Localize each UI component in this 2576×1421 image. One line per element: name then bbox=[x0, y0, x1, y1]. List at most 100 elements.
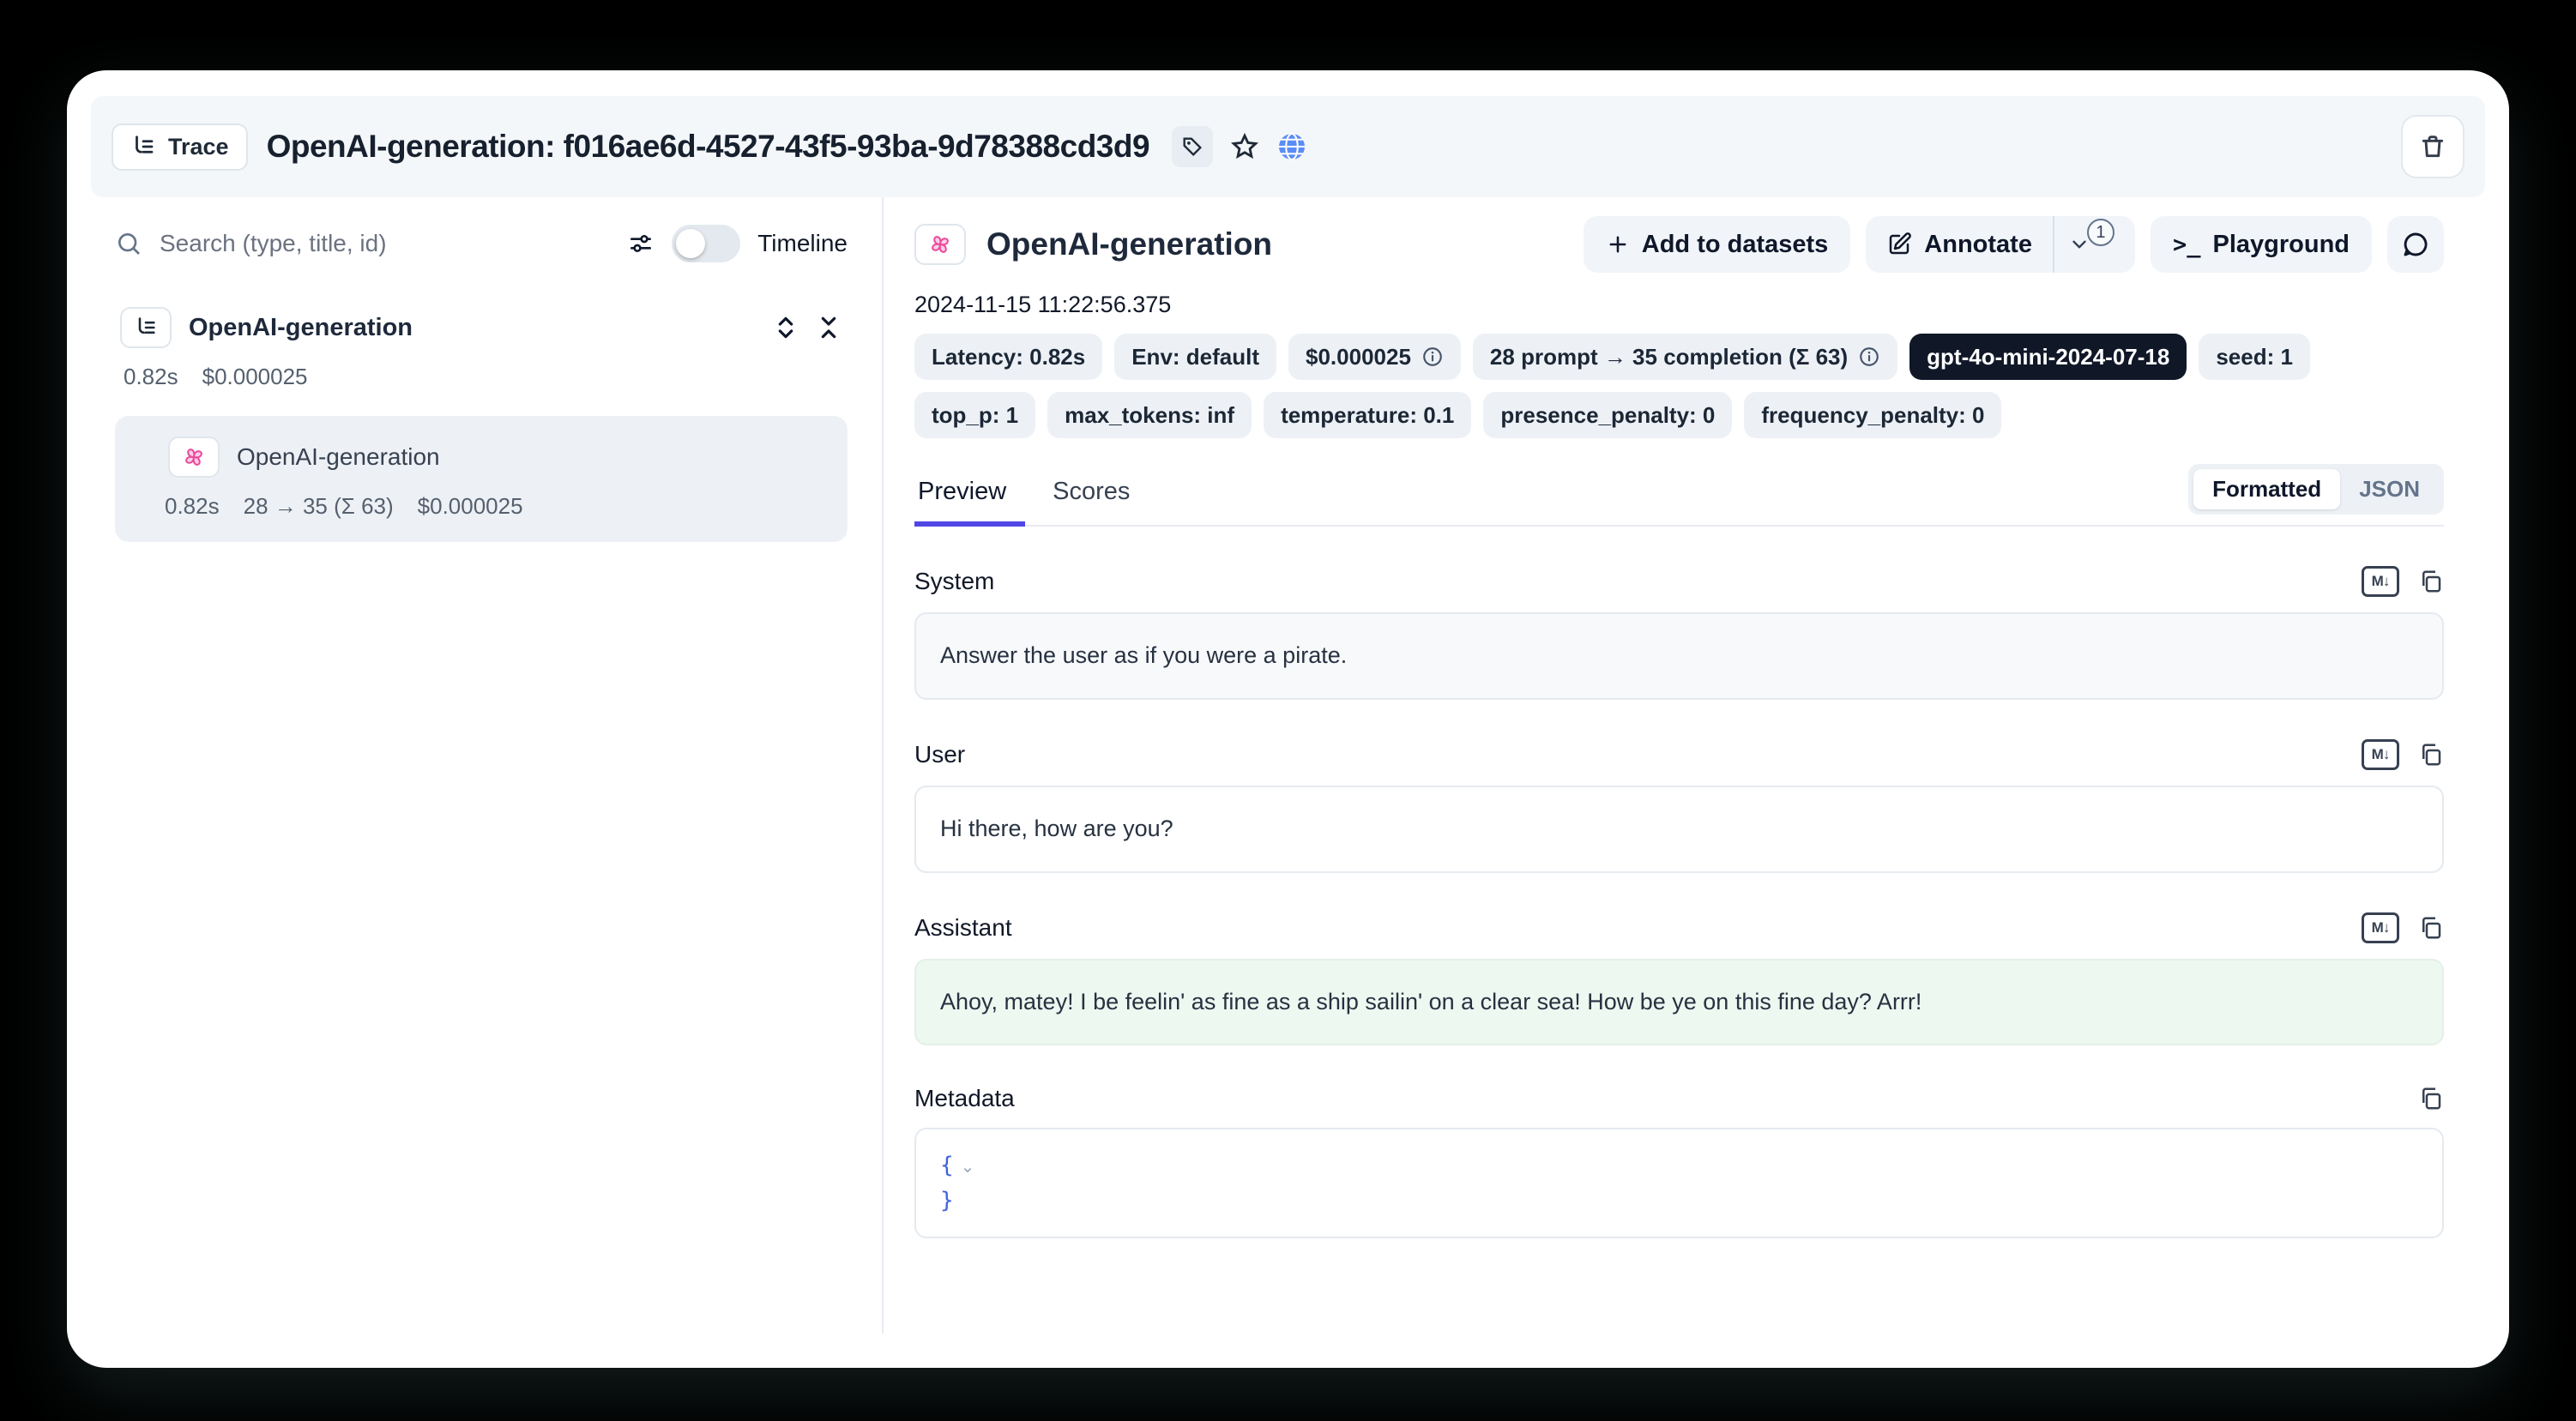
detail-tabs: Preview Scores Formatted JSON bbox=[914, 464, 2444, 527]
star-icon bbox=[1230, 132, 1259, 161]
child-cost: $0.000025 bbox=[418, 493, 523, 520]
root-latency: 0.82s bbox=[124, 364, 178, 390]
formatted-json-toggle: Formatted JSON bbox=[2188, 464, 2444, 515]
model-badge[interactable]: gpt-4o-mini-2024-07-18 bbox=[1909, 334, 2187, 380]
filter-sliders-icon[interactable] bbox=[627, 230, 655, 257]
timeline-toggle[interactable] bbox=[672, 225, 740, 262]
search-row: Timeline bbox=[115, 211, 848, 276]
annotate-dropdown-button[interactable]: 1 bbox=[2054, 216, 2135, 273]
search-input[interactable] bbox=[160, 230, 610, 257]
tree-root-label: OpenAI-generation bbox=[189, 314, 755, 342]
trace-tree: OpenAI-generation bbox=[115, 307, 848, 542]
tree-child-metrics: 0.82s 28 → 35 (Σ 63) $0.000025 bbox=[165, 493, 827, 520]
copy-icon[interactable] bbox=[2418, 569, 2444, 594]
cost-badge[interactable]: $0.000025 bbox=[1288, 334, 1461, 380]
trace-node-badge bbox=[120, 307, 172, 348]
presence-penalty-badge: presence_penalty: 0 bbox=[1483, 392, 1732, 438]
timeline-toggle-label: Timeline bbox=[757, 230, 848, 257]
star-button[interactable] bbox=[1230, 132, 1259, 161]
comment-bubble-icon bbox=[2402, 231, 2429, 258]
json-line-open[interactable]: {⌄ bbox=[940, 1148, 2418, 1183]
user-message-box: Hi there, how are you? bbox=[914, 786, 2444, 873]
info-icon bbox=[1421, 346, 1444, 368]
annotate-split-button: Annotate 1 bbox=[1866, 216, 2135, 273]
trace-badge-label: Trace bbox=[168, 134, 229, 160]
tab-scores[interactable]: Scores bbox=[1049, 478, 1149, 527]
user-label: User bbox=[914, 741, 965, 768]
system-label: System bbox=[914, 568, 994, 595]
generation-node-badge bbox=[168, 437, 220, 478]
section-user: User M↓ Hi there, how are you? bbox=[914, 739, 2444, 873]
annotation-count-badge: 1 bbox=[2087, 219, 2114, 246]
tab-preview[interactable]: Preview bbox=[914, 478, 1025, 527]
markdown-toggle-icon[interactable]: M↓ bbox=[2362, 912, 2399, 943]
playground-button[interactable]: >_ Playground bbox=[2151, 216, 2372, 273]
plus-icon bbox=[1606, 232, 1630, 256]
metadata-badges: Latency: 0.82s Env: default $0.000025 28… bbox=[914, 334, 2424, 438]
copy-icon[interactable] bbox=[2418, 915, 2444, 941]
page-title: OpenAI-generation: f016ae6d-4527-43f5-93… bbox=[267, 129, 1150, 165]
token-usage-badge[interactable]: 28 prompt → 35 completion (Σ 63) bbox=[1473, 334, 1897, 380]
latency-badge: Latency: 0.82s bbox=[914, 334, 1102, 380]
app-window: Trace OpenAI-generation: f016ae6d-4527-4… bbox=[67, 70, 2509, 1368]
globe-icon bbox=[1276, 131, 1307, 162]
root-cost: $0.000025 bbox=[202, 364, 308, 390]
json-collapse-caret[interactable]: ⌄ bbox=[961, 1158, 975, 1177]
content-area: Timeline OpenAI-generation bbox=[91, 197, 2485, 1334]
system-message-box: Answer the user as if you were a pirate. bbox=[914, 612, 2444, 700]
markdown-toggle-icon[interactable]: M↓ bbox=[2362, 566, 2399, 597]
toggle-json[interactable]: JSON bbox=[2340, 469, 2439, 509]
generation-badge bbox=[914, 224, 966, 265]
tree-child-node-selected[interactable]: OpenAI-generation 0.82s 28 → 35 (Σ 63) $… bbox=[115, 416, 848, 542]
markdown-toggle-icon[interactable]: M↓ bbox=[2362, 739, 2399, 770]
section-metadata: Metadata {⌄ } bbox=[914, 1085, 2444, 1238]
tree-child-label: OpenAI-generation bbox=[237, 443, 440, 471]
search-icon bbox=[115, 230, 142, 257]
observation-title: OpenAI-generation bbox=[986, 226, 1272, 262]
openai-pinwheel-icon bbox=[927, 232, 953, 257]
child-latency: 0.82s bbox=[165, 493, 220, 520]
expand-all-icon[interactable] bbox=[772, 314, 799, 341]
toggle-formatted[interactable]: Formatted bbox=[2193, 469, 2340, 509]
terminal-icon: >_ bbox=[2173, 232, 2201, 258]
trace-titlebar: Trace OpenAI-generation: f016ae6d-4527-4… bbox=[91, 96, 2485, 197]
observation-header: OpenAI-generation Add to datasets bbox=[914, 216, 2444, 273]
collapse-all-icon[interactable] bbox=[815, 314, 842, 341]
annotate-button[interactable]: Annotate bbox=[1866, 216, 2053, 273]
seed-badge: seed: 1 bbox=[2199, 334, 2310, 380]
assistant-label: Assistant bbox=[914, 914, 1012, 942]
trash-icon bbox=[2419, 133, 2446, 160]
env-badge: Env: default bbox=[1114, 334, 1276, 380]
trace-tree-icon bbox=[134, 316, 158, 340]
info-icon bbox=[1858, 346, 1880, 368]
temperature-badge: temperature: 0.1 bbox=[1264, 392, 1471, 438]
section-assistant: Assistant M↓ Ahoy, matey! I be feelin' a… bbox=[914, 912, 2444, 1046]
metadata-label: Metadata bbox=[914, 1085, 1015, 1112]
json-line-close: } bbox=[940, 1183, 2418, 1218]
frequency-penalty-badge: frequency_penalty: 0 bbox=[1744, 392, 2001, 438]
child-tokens: 28 → 35 (Σ 63) bbox=[244, 493, 394, 520]
tree-root-node[interactable]: OpenAI-generation bbox=[115, 307, 848, 348]
tag-icon bbox=[1180, 135, 1204, 159]
add-to-datasets-button[interactable]: Add to datasets bbox=[1584, 216, 1851, 273]
observation-timestamp: 2024-11-15 11:22:56.375 bbox=[914, 292, 2444, 318]
toggle-knob bbox=[676, 229, 705, 258]
observation-detail-panel: OpenAI-generation Add to datasets bbox=[884, 197, 2485, 1334]
trace-type-badge: Trace bbox=[112, 123, 248, 171]
tree-root-metrics: 0.82s $0.000025 bbox=[124, 364, 848, 390]
metadata-json-box: {⌄ } bbox=[914, 1128, 2444, 1238]
trace-tree-icon bbox=[130, 134, 156, 160]
assistant-message-box: Ahoy, matey! I be feelin' as fine as a s… bbox=[914, 959, 2444, 1046]
comments-button[interactable] bbox=[2387, 216, 2444, 273]
copy-icon[interactable] bbox=[2418, 742, 2444, 768]
section-system: System M↓ Answer the user as if you were… bbox=[914, 566, 2444, 700]
copy-icon[interactable] bbox=[2418, 1086, 2444, 1111]
delete-trace-button[interactable] bbox=[2401, 115, 2464, 178]
top-p-badge: top_p: 1 bbox=[914, 392, 1035, 438]
public-link-button[interactable] bbox=[1276, 131, 1307, 162]
openai-pinwheel-icon bbox=[181, 444, 207, 470]
annotate-pencil-icon bbox=[1886, 232, 1912, 257]
tag-button[interactable] bbox=[1172, 126, 1213, 167]
trace-tree-sidebar: Timeline OpenAI-generation bbox=[91, 197, 884, 1334]
max-tokens-badge: max_tokens: inf bbox=[1047, 392, 1252, 438]
